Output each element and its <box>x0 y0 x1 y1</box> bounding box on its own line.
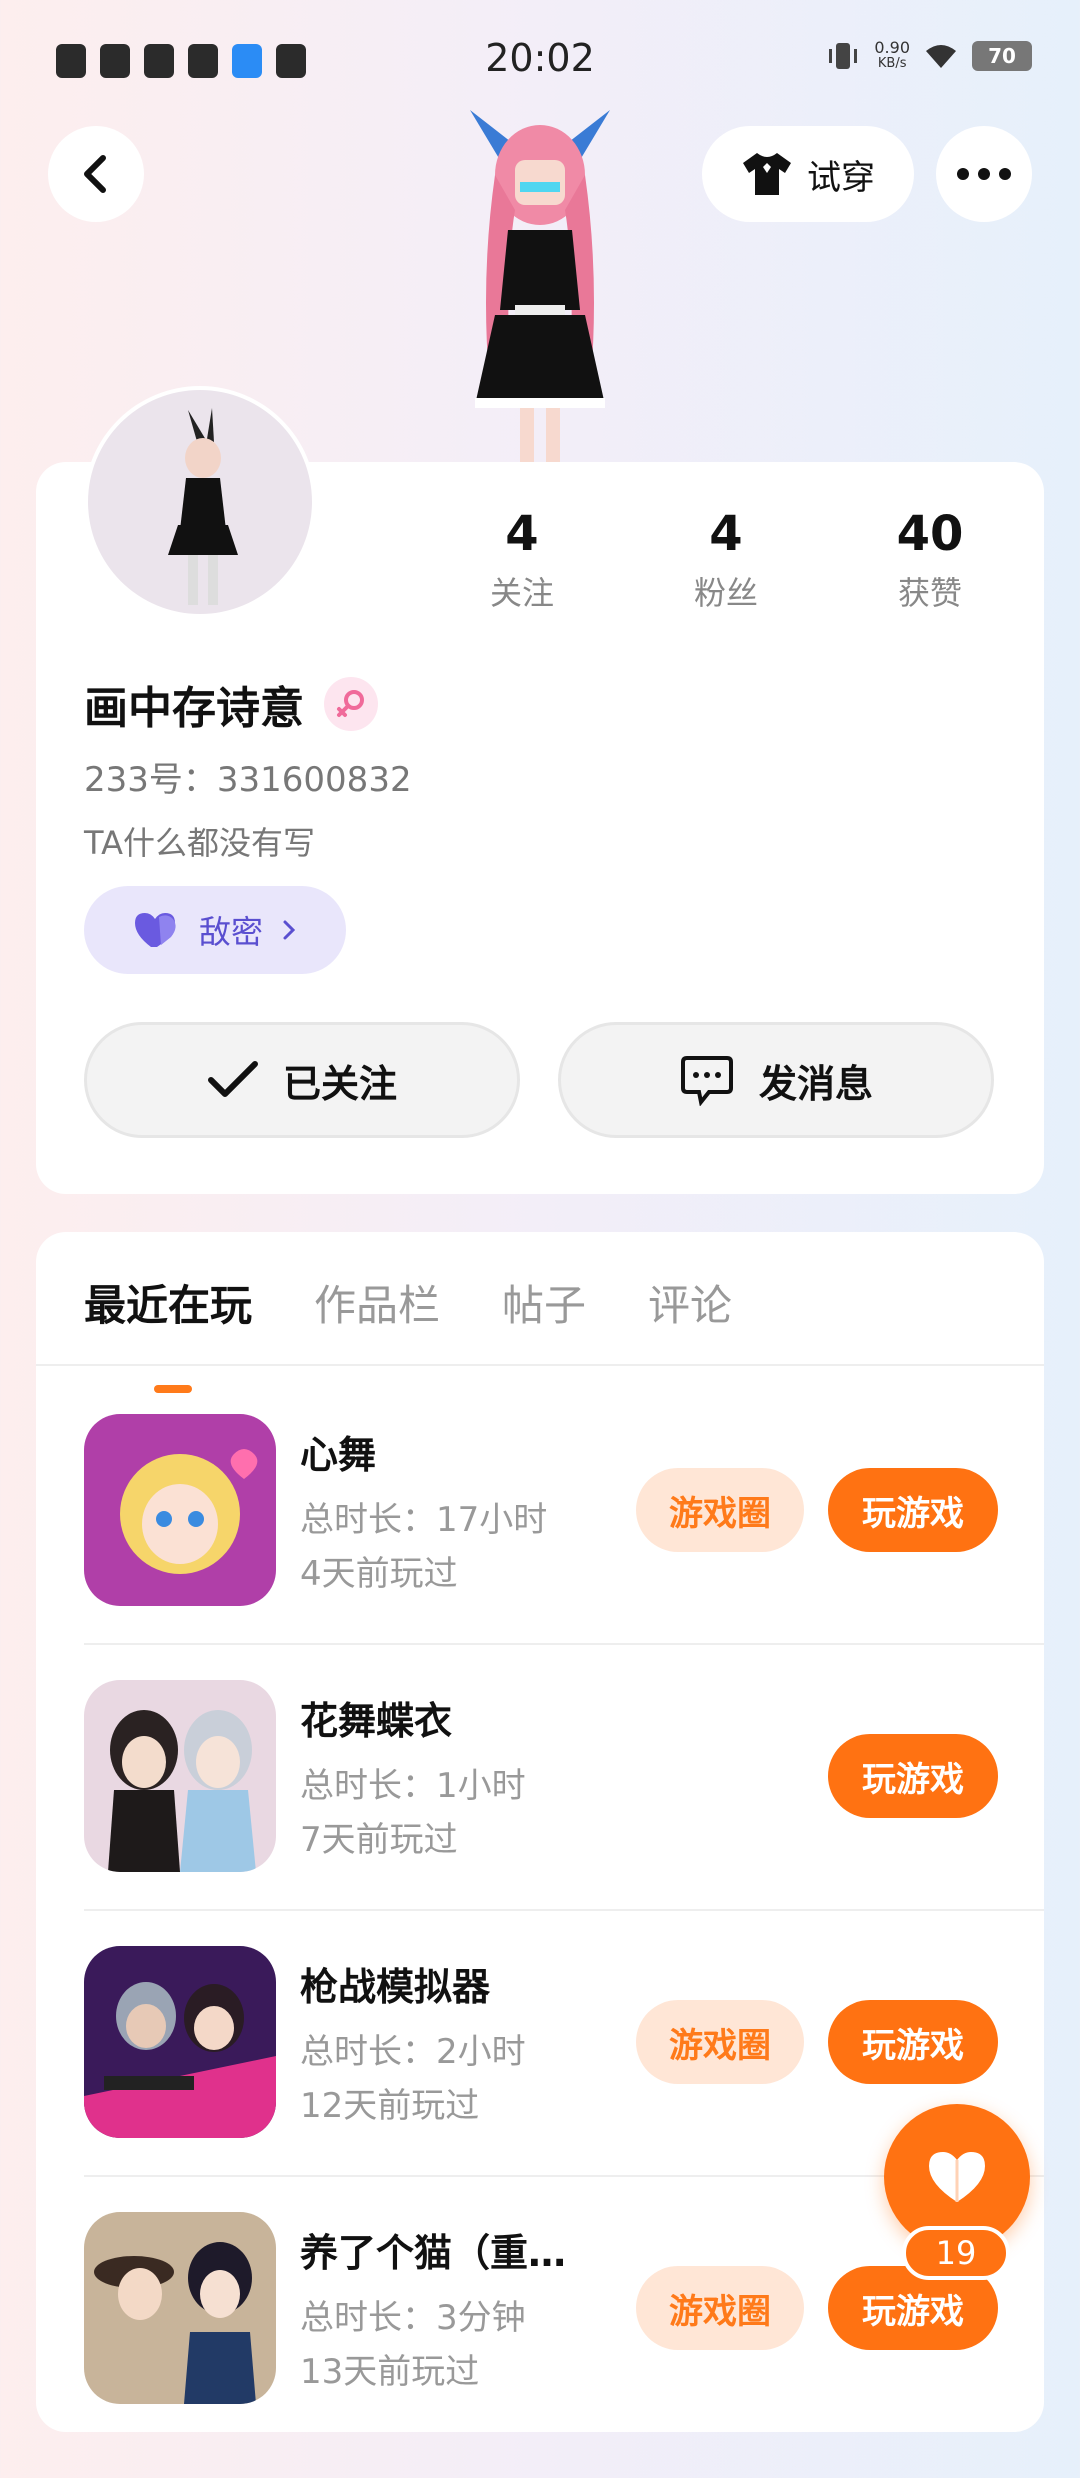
tab-posts[interactable]: 帖子 <box>502 1272 586 1333</box>
game-last-played: 13天前玩过 <box>300 2352 480 2392</box>
message-button[interactable]: 发消息 <box>558 1022 994 1138</box>
game-icon-xinwu <box>84 1414 276 1606</box>
game-row[interactable]: 花舞蝶衣 总时长：1小时 7天前玩过 玩游戏 <box>84 1680 1044 1946</box>
game-last-played: 7天前玩过 <box>300 1820 458 1860</box>
profile-name: 画中存诗意 <box>84 672 378 736</box>
female-icon <box>324 677 378 731</box>
game-title: 养了个猫（重… <box>300 2231 567 2275</box>
like-count-badge: 19 <box>902 2226 1010 2280</box>
tab-divider <box>36 1364 1044 1366</box>
game-last-played: 12天前玩过 <box>300 2086 480 2126</box>
heart-icon <box>929 2152 985 2202</box>
avatar[interactable] <box>84 386 316 618</box>
stat-likes[interactable]: 40 获赞 <box>840 506 1020 614</box>
row-divider <box>84 1643 1044 1645</box>
game-icon-gun-simulator <box>84 1946 276 2138</box>
game-last-played: 4天前玩过 <box>300 1554 458 1594</box>
game-title: 心舞 <box>300 1433 377 1477</box>
stat-followers[interactable]: 4 粉丝 <box>636 506 816 614</box>
more-dots-icon <box>957 168 1011 180</box>
game-duration: 总时长：1小时 <box>300 1766 526 1806</box>
chevron-left-icon <box>84 155 106 193</box>
game-circle-button[interactable]: 游戏圈 <box>636 2266 804 2350</box>
close-friend-button[interactable]: 敌密 <box>84 886 346 974</box>
game-icon-raised-cat <box>84 2212 276 2404</box>
network-speed: 0.90 KB/s <box>874 38 910 72</box>
avatar-image <box>88 390 312 614</box>
back-button[interactable] <box>48 126 144 222</box>
stat-following[interactable]: 4 关注 <box>432 506 612 614</box>
game-icon-huawudieyi <box>84 1680 276 1872</box>
check-icon <box>207 1061 258 1097</box>
game-row[interactable]: 养了个猫（重… 总时长：3分钟 13天前玩过 游戏圈 玩游戏 <box>84 2212 1044 2478</box>
tab-comments[interactable]: 评论 <box>648 1272 732 1333</box>
shirt-icon <box>743 153 791 195</box>
user-bio: TA什么都没有写 <box>84 824 315 862</box>
game-row[interactable]: 心舞 总时长：17小时 4天前玩过 游戏圈 玩游戏 <box>84 1414 1044 1680</box>
friend-label: 敌密 <box>198 913 263 951</box>
tab-recently-played[interactable]: 最近在玩 <box>84 1272 252 1393</box>
play-game-button[interactable]: 玩游戏 <box>828 2000 998 2084</box>
followed-label: 已关注 <box>282 1061 397 1106</box>
game-circle-button[interactable]: 游戏圈 <box>636 1468 804 1552</box>
row-divider <box>84 1909 1044 1911</box>
more-button[interactable] <box>936 126 1032 222</box>
game-duration: 总时长：17小时 <box>300 1500 548 1540</box>
vibrate-icon <box>829 43 858 69</box>
username: 画中存诗意 <box>84 683 304 734</box>
game-title: 花舞蝶衣 <box>300 1699 453 1743</box>
battery-icon: 70 <box>972 41 1032 71</box>
try-on-label: 试穿 <box>807 157 875 198</box>
message-label: 发消息 <box>758 1061 873 1106</box>
wifi-icon <box>926 45 956 68</box>
game-duration: 总时长：3分钟 <box>300 2298 526 2338</box>
chevron-right-icon <box>283 920 296 940</box>
system-indicators: 0.90 KB/s 70 <box>826 40 1032 72</box>
user-id: 233号：331600832 <box>84 760 412 800</box>
play-game-button[interactable]: 玩游戏 <box>828 1468 998 1552</box>
tab-bar: 最近在玩 作品栏 帖子 评论 <box>84 1272 732 1393</box>
followed-button[interactable]: 已关注 <box>84 1022 520 1138</box>
game-circle-button[interactable]: 游戏圈 <box>636 2000 804 2084</box>
tab-indicator <box>154 1385 192 1393</box>
chat-icon <box>680 1056 733 1106</box>
game-title: 枪战模拟器 <box>300 1965 491 2009</box>
tab-works[interactable]: 作品栏 <box>314 1272 440 1333</box>
try-on-button[interactable]: 试穿 <box>702 126 914 222</box>
avatar-figure <box>470 110 610 470</box>
game-duration: 总时长：2小时 <box>300 2032 526 2072</box>
heart-icon <box>134 913 176 947</box>
play-game-button[interactable]: 玩游戏 <box>828 1734 998 1818</box>
